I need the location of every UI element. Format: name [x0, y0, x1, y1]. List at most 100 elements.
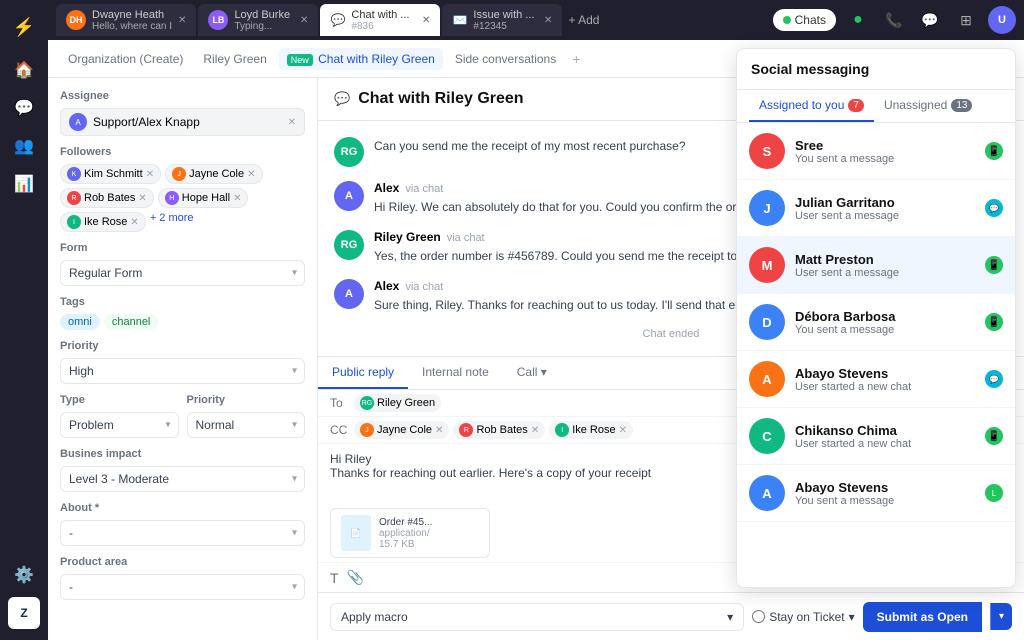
followers-tags: K Kim Schmitt ✕ J Jayne Cole ✕ R Rob Bat…: [60, 164, 305, 232]
social-item-content-sree: Sree You sent a message: [795, 138, 975, 165]
subnav-riley[interactable]: Riley Green: [195, 48, 274, 70]
tab-close-dwayne[interactable]: ✕: [178, 15, 186, 26]
social-item-abayo2[interactable]: A Abayo Stevens You sent a message L: [737, 465, 1015, 522]
type-select[interactable]: Problem: [60, 412, 179, 438]
social-item-debora[interactable]: D Débora Barbosa You sent a message 📱: [737, 294, 1015, 351]
type-priority-select[interactable]: Normal: [187, 412, 306, 438]
social-item-sree[interactable]: S Sree You sent a message 📱: [737, 123, 1015, 180]
follower-name-kim: Kim Schmitt: [84, 168, 143, 180]
content-area: Assignee A Support/Alex Knapp ✕ Follower…: [48, 78, 1024, 640]
form-select[interactable]: Regular Form: [60, 260, 305, 286]
status-icon[interactable]: ●: [844, 6, 872, 34]
stay-chevron[interactable]: ▾: [849, 610, 855, 624]
remove-cc-ike[interactable]: ✕: [619, 425, 627, 436]
subnav-side[interactable]: Side conversations: [447, 48, 564, 70]
app-logo[interactable]: ⚡: [8, 11, 40, 43]
nav-reports[interactable]: 📊: [8, 168, 40, 200]
chats-button[interactable]: Chats: [773, 9, 836, 31]
sidebar-nav: ⚡ 🏠 💬 👥 📊 ⚙️ Z: [0, 0, 48, 640]
remove-rob[interactable]: ✕: [138, 193, 146, 204]
product-area-select[interactable]: -: [60, 574, 305, 600]
tab-close-chat[interactable]: ✕: [422, 15, 430, 26]
tab-close-loyd[interactable]: ✕: [300, 15, 308, 26]
social-avatar-sree: S: [749, 133, 785, 169]
about-select[interactable]: -: [60, 520, 305, 546]
attachment-btn[interactable]: 📎: [347, 569, 364, 586]
tab-issue[interactable]: ✉️ Issue with ... #12345 ✕: [442, 4, 562, 36]
msg-name-3: Alex: [374, 279, 399, 293]
nav-conversations[interactable]: 💬: [8, 92, 40, 124]
nav-contacts[interactable]: 👥: [8, 130, 40, 162]
subnav-add[interactable]: +: [572, 51, 580, 67]
social-icon[interactable]: 💬: [916, 6, 944, 34]
nav-zendesk[interactable]: Z: [8, 597, 40, 629]
more-followers[interactable]: + 2 more: [150, 212, 194, 232]
cc-ike-avatar: I: [555, 423, 569, 437]
grid-icon[interactable]: ⊞: [952, 6, 980, 34]
social-item-chikanso[interactable]: C Chikanso Chima User started a new chat…: [737, 408, 1015, 465]
remove-hope[interactable]: ✕: [233, 193, 241, 204]
remove-jayne[interactable]: ✕: [247, 169, 255, 180]
cc-jayne[interactable]: J Jayne Cole ✕: [354, 421, 449, 439]
social-item-matt[interactable]: M Matt Preston User sent a message 📱: [737, 237, 1015, 294]
tag-omni[interactable]: omni: [60, 314, 100, 330]
remove-ike[interactable]: ✕: [130, 217, 138, 228]
nav-home[interactable]: 🏠: [8, 54, 40, 86]
call-icon[interactable]: 📞: [880, 6, 908, 34]
attachment-card[interactable]: 📄 Order #45... application/ 15.7 KB: [330, 508, 490, 558]
remove-cc-rob[interactable]: ✕: [531, 425, 539, 436]
social-item-msg-sree: You sent a message: [795, 153, 975, 165]
tab-loyd[interactable]: LB Loyd Burke Typing... ✕: [198, 4, 318, 36]
assigned-tab-label: Assigned to you: [759, 98, 844, 112]
priority-select[interactable]: High: [60, 358, 305, 384]
tab-icon-chat: 💬: [330, 13, 345, 27]
social-tab-assigned[interactable]: Assigned to you 7: [749, 90, 874, 122]
add-tab-button[interactable]: + Add: [568, 13, 599, 27]
business-impact-select[interactable]: Level 3 - Moderate: [60, 466, 305, 492]
subnav-chat[interactable]: New Chat with Riley Green: [279, 48, 443, 70]
tags-label: Tags: [60, 296, 305, 308]
subnav-org[interactable]: Organization (Create): [60, 48, 191, 70]
follower-avatar-rob: R: [67, 191, 81, 205]
user-avatar[interactable]: U: [988, 6, 1016, 34]
follower-jayne[interactable]: J Jayne Cole ✕: [165, 164, 262, 184]
social-item-abayo1[interactable]: A Abayo Stevens User started a new chat …: [737, 351, 1015, 408]
type-col: Type Problem: [60, 394, 179, 438]
macro-select[interactable]: Apply macro ▾: [330, 603, 744, 631]
tab-close-issue[interactable]: ✕: [544, 15, 552, 26]
format-icon[interactable]: T: [330, 570, 339, 586]
submit-arrow-button[interactable]: ▾: [990, 603, 1012, 630]
tag-channel[interactable]: channel: [104, 314, 159, 330]
follower-hope[interactable]: H Hope Hall ✕: [158, 188, 249, 208]
reply-tab-public[interactable]: Public reply: [318, 357, 408, 389]
product-area-wrapper: -: [60, 574, 305, 600]
tab-icon-issue: ✉️: [452, 13, 467, 27]
attachment-size: 15.7 KB: [379, 539, 432, 550]
social-tab-unassigned[interactable]: Unassigned 13: [874, 90, 983, 122]
submit-button[interactable]: Submit as Open: [863, 602, 982, 632]
assignee-box[interactable]: A Support/Alex Knapp ✕: [60, 108, 305, 136]
stay-on-ticket[interactable]: Stay on Ticket ▾: [752, 610, 854, 624]
assignee-remove[interactable]: ✕: [288, 117, 296, 128]
stay-radio[interactable]: [752, 610, 765, 623]
reply-tab-internal[interactable]: Internal note: [408, 357, 503, 389]
cc-ike[interactable]: I Ike Rose ✕: [549, 421, 633, 439]
follower-ike[interactable]: I Ike Rose ✕: [60, 212, 146, 232]
cc-rob[interactable]: R Rob Bates ✕: [453, 421, 545, 439]
channel-icon-chikanso: 📱: [985, 427, 1003, 445]
remove-kim[interactable]: ✕: [146, 169, 154, 180]
nav-settings[interactable]: ⚙️: [8, 559, 40, 591]
tab-dwayne[interactable]: DH Dwayne Heath Hello, where can I ✕: [56, 4, 196, 36]
cc-jayne-avatar: J: [360, 423, 374, 437]
form-label: Form: [60, 242, 305, 254]
social-item-julian[interactable]: J Julian Garritano User sent a message 💬: [737, 180, 1015, 237]
tab-bar-right: Chats ● 📞 💬 ⊞ U: [773, 6, 1016, 34]
tab-chat[interactable]: 💬 Chat with ... #836 ✕: [320, 4, 440, 36]
priority-select-wrapper: High: [60, 358, 305, 384]
to-recipient[interactable]: RG Riley Green: [354, 394, 441, 412]
remove-cc-jayne[interactable]: ✕: [435, 425, 443, 436]
reply-tab-call[interactable]: Call ▾: [503, 357, 561, 389]
follower-kim[interactable]: K Kim Schmitt ✕: [60, 164, 161, 184]
follower-rob[interactable]: R Rob Bates ✕: [60, 188, 154, 208]
channel-icon-sree: 📱: [985, 142, 1003, 160]
